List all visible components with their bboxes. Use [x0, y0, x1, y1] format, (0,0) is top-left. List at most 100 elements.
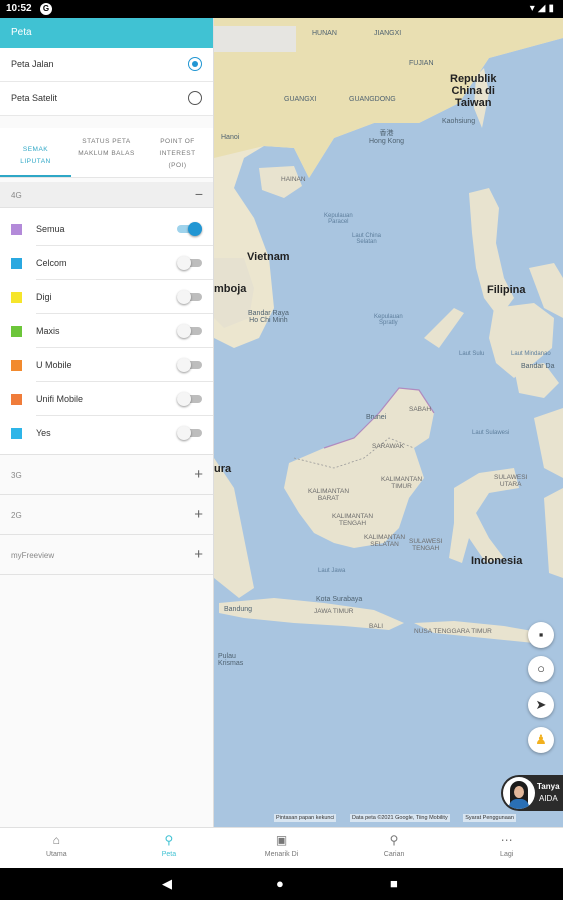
system-navigation-bar: ◀ ● ■ [0, 868, 563, 900]
panel-tabs: SEMAK LIPUTAN STATUS PETA MAKLUM BALAS P… [0, 128, 213, 178]
nav-carian[interactable]: ⚲ Carian [338, 828, 451, 868]
chat-subtitle: AIDA [539, 794, 558, 803]
map-label: Kota Surabaya [316, 596, 363, 603]
map-label: SARAWAK [372, 443, 405, 450]
collapse-icon[interactable]: − [195, 186, 203, 202]
map-label: Kepulauan Spratly [374, 314, 403, 326]
color-swatch [11, 224, 22, 235]
system-status-icons: ▾◢▮ [529, 3, 557, 14]
location-button[interactable]: ○ [528, 656, 554, 682]
toggle-switch[interactable] [177, 256, 202, 270]
terms-link[interactable]: Syarat Penggunaan [463, 814, 516, 822]
color-swatch [11, 360, 22, 371]
expand-icon[interactable]: + [194, 466, 203, 483]
map-label: Kaohsiung [442, 118, 476, 125]
section-2g-header[interactable]: 2G + [0, 495, 213, 535]
map-label: 香港 Hong Kong [369, 130, 405, 145]
keyboard-shortcuts-link[interactable]: Pintasan papan kekunci [274, 814, 337, 822]
navigation-arrow-icon: ➤ [535, 697, 547, 712]
radio-button[interactable] [188, 91, 202, 105]
street-view-button[interactable]: ♟ [528, 727, 554, 753]
section-myfreeview-header[interactable]: myFreeview + [0, 535, 213, 575]
map-label: Pulau Krismas [218, 653, 244, 667]
map-type-satellite[interactable]: Peta Satelit [0, 82, 213, 116]
map-type-label: Peta Satelit [11, 93, 58, 103]
map-label: HUNAN [312, 30, 337, 37]
map-data-credit: Data peta ©2021 Google, Tiing Mobility [349, 814, 450, 822]
map-attribution: Pintasan papan kekunci Data peta ©2021 G… [274, 814, 528, 822]
map-label: Brunei [366, 414, 387, 421]
tanya-aida-chat[interactable]: Tanya AIDA [501, 775, 563, 811]
map-label: Laut China Selatan [352, 233, 382, 245]
nav-peta[interactable]: ⚲ Peta [113, 828, 226, 868]
color-swatch [11, 394, 22, 405]
back-icon[interactable]: ◀ [162, 876, 172, 892]
map-label: Hanoi [221, 134, 240, 141]
nav-utama[interactable]: ⌂ Utama [0, 828, 113, 868]
target-icon: ○ [537, 661, 545, 676]
color-swatch [11, 292, 22, 303]
tab-poi[interactable]: POINT OF INTEREST (POI) [142, 128, 213, 177]
navigate-button[interactable]: ➤ [528, 692, 554, 718]
operator-row-digi: Digi [11, 280, 213, 314]
toggle-switch[interactable] [177, 358, 202, 372]
map-label: KALIMANTAN TENGAH [332, 513, 374, 527]
radio-button-selected[interactable] [188, 57, 202, 71]
color-swatch [11, 428, 22, 439]
toggle-switch[interactable] [177, 290, 202, 304]
status-bar: 10:52 G ▾◢▮ [0, 0, 563, 18]
operator-row-unifi-mobile: Unifi Mobile [11, 382, 213, 416]
nav-lagi[interactable]: ⋯ Lagi [450, 828, 563, 868]
tab-coverage[interactable]: SEMAK LIPUTAN [0, 128, 71, 177]
feedback-chat-button[interactable]: ▪ [528, 622, 554, 648]
clock: 10:52 [6, 3, 32, 14]
map-label: Laut Sulu [459, 351, 485, 357]
gallery-icon: ▣ [275, 833, 288, 847]
color-swatch [11, 326, 22, 337]
operator-row-semua: Semua [11, 212, 213, 246]
search-icon: ⚲ [389, 833, 399, 847]
home-button-icon[interactable]: ● [276, 876, 284, 891]
map-label: GUANGDONG [349, 96, 396, 103]
section-3g-header[interactable]: 3G + [0, 455, 213, 495]
expand-icon[interactable]: + [194, 506, 203, 523]
toggle-switch[interactable] [177, 392, 202, 406]
recents-icon[interactable]: ■ [390, 876, 398, 891]
toggle-switch[interactable] [177, 324, 202, 338]
map-label: HAINAN [281, 176, 306, 183]
toggle-switch[interactable] [177, 426, 202, 440]
map-label: BALI [369, 623, 384, 630]
home-icon: ⌂ [52, 833, 60, 847]
map-label: ura [214, 463, 232, 475]
map-view[interactable]: HUNAN JIANGXI FUJIAN GUANGXI GUANGDONG R… [214, 18, 563, 827]
toggle-switch-on[interactable] [177, 222, 202, 236]
expand-icon[interactable]: + [194, 546, 203, 563]
map-label: JAWA TIMUR [314, 608, 354, 615]
map-pin-icon: ⚲ [164, 833, 174, 847]
nav-menarik-di[interactable]: ▣ Menarik Di [225, 828, 338, 868]
map-label: Kepulauan Paracel [324, 213, 353, 225]
map-label: NUSA TENGGARA TIMUR [414, 628, 492, 635]
map-label: Republik China di Taiwan [450, 73, 497, 109]
map-label: Bandar Raya Ho Chi Minh [248, 310, 289, 324]
map-type-road[interactable]: Peta Jalan [0, 48, 213, 82]
map-layers-panel: Peta Peta Jalan Peta Satelit SEMAK LIPUT… [0, 18, 214, 827]
section-4g-header[interactable]: 4G − [0, 182, 213, 208]
app-notification-icon: G [40, 3, 52, 15]
more-icon: ⋯ [500, 833, 513, 847]
map-label: SULAWESI UTARA [494, 474, 528, 488]
map-label: Bandung [224, 606, 253, 613]
map-label: KALIMANTAN BARAT [308, 488, 350, 502]
map-label: Vietnam [247, 251, 290, 263]
color-swatch [11, 258, 22, 269]
chat-title: Tanya [537, 782, 560, 791]
tab-feedback-status[interactable]: STATUS PETA MAKLUM BALAS [71, 128, 142, 177]
map-type-label: Peta Jalan [11, 59, 54, 69]
map-label: Bandar Da [521, 363, 555, 370]
map-label: Filipina [487, 284, 526, 296]
map-label: KALIMANTAN TIMUR [381, 476, 423, 490]
map-label: Laut Mindanao [511, 351, 551, 357]
map-label: FUJIAN [409, 60, 434, 67]
map-search-box[interactable] [214, 26, 296, 52]
map-label: Laut Sulawesi [472, 430, 510, 436]
